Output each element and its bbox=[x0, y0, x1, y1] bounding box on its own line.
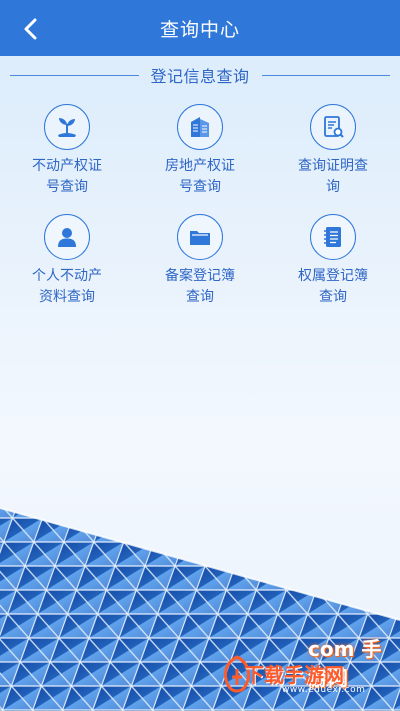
document-search-icon bbox=[324, 116, 344, 138]
tile-label: 个人不动产 资料查询 bbox=[32, 268, 102, 305]
tile-icon-circle bbox=[44, 214, 90, 260]
tile-icon-circle bbox=[310, 104, 356, 150]
tile-label: 权属登记簿 查询 bbox=[298, 268, 368, 305]
section-header: 登记信息查询 bbox=[10, 62, 391, 88]
tile-filing-register-query[interactable]: 备案登记簿 查询 bbox=[134, 214, 267, 308]
tile-ownership-register-query[interactable]: 权属登记簿 查询 bbox=[267, 214, 400, 308]
notebook-icon bbox=[324, 227, 341, 247]
page-title: 查询中心 bbox=[159, 18, 240, 41]
tile-label: 不动产权证 号查询 bbox=[32, 158, 102, 195]
section-title: 登记信息查询 bbox=[150, 67, 250, 86]
tile-certificate-query[interactable]: 查询证明查询 bbox=[267, 104, 400, 198]
tile-label: 房地产权证 号查询 bbox=[165, 158, 235, 195]
watermark: com 手游网 下载手游网 www.eduexi.com bbox=[220, 625, 390, 705]
tile-icon-circle bbox=[177, 214, 223, 260]
tile-label: 备案登记簿 查询 bbox=[165, 268, 235, 305]
watermark-line2: 下载手游网 bbox=[244, 663, 344, 687]
chevron-left-icon bbox=[24, 18, 37, 40]
back-button[interactable] bbox=[14, 12, 48, 46]
top-bar: 查询中心 bbox=[0, 0, 400, 56]
tile-property-cert-no-query[interactable]: 不动产权证 号查询 bbox=[1, 104, 134, 198]
query-grid: 不动产权证 号查询 房地产权证 号查询 查询证明查询 个人不动产 资料查询 备案… bbox=[0, 104, 400, 308]
watermark-url: www.eduexi.com bbox=[282, 685, 366, 695]
tile-real-estate-cert-no-query[interactable]: 房地产权证 号查询 bbox=[134, 104, 267, 198]
tile-icon-circle bbox=[44, 104, 90, 150]
sprout-icon bbox=[58, 118, 76, 137]
person-icon bbox=[58, 228, 76, 247]
tile-personal-property-info-query[interactable]: 个人不动产 资料查询 bbox=[1, 214, 134, 308]
tile-icon-circle bbox=[310, 214, 356, 260]
folder-icon bbox=[190, 231, 210, 245]
divider-right bbox=[261, 74, 391, 76]
divider-left bbox=[10, 74, 139, 76]
tile-label: 查询证明查询 bbox=[298, 158, 368, 195]
building-icon bbox=[191, 117, 209, 137]
tile-icon-circle bbox=[177, 104, 223, 150]
